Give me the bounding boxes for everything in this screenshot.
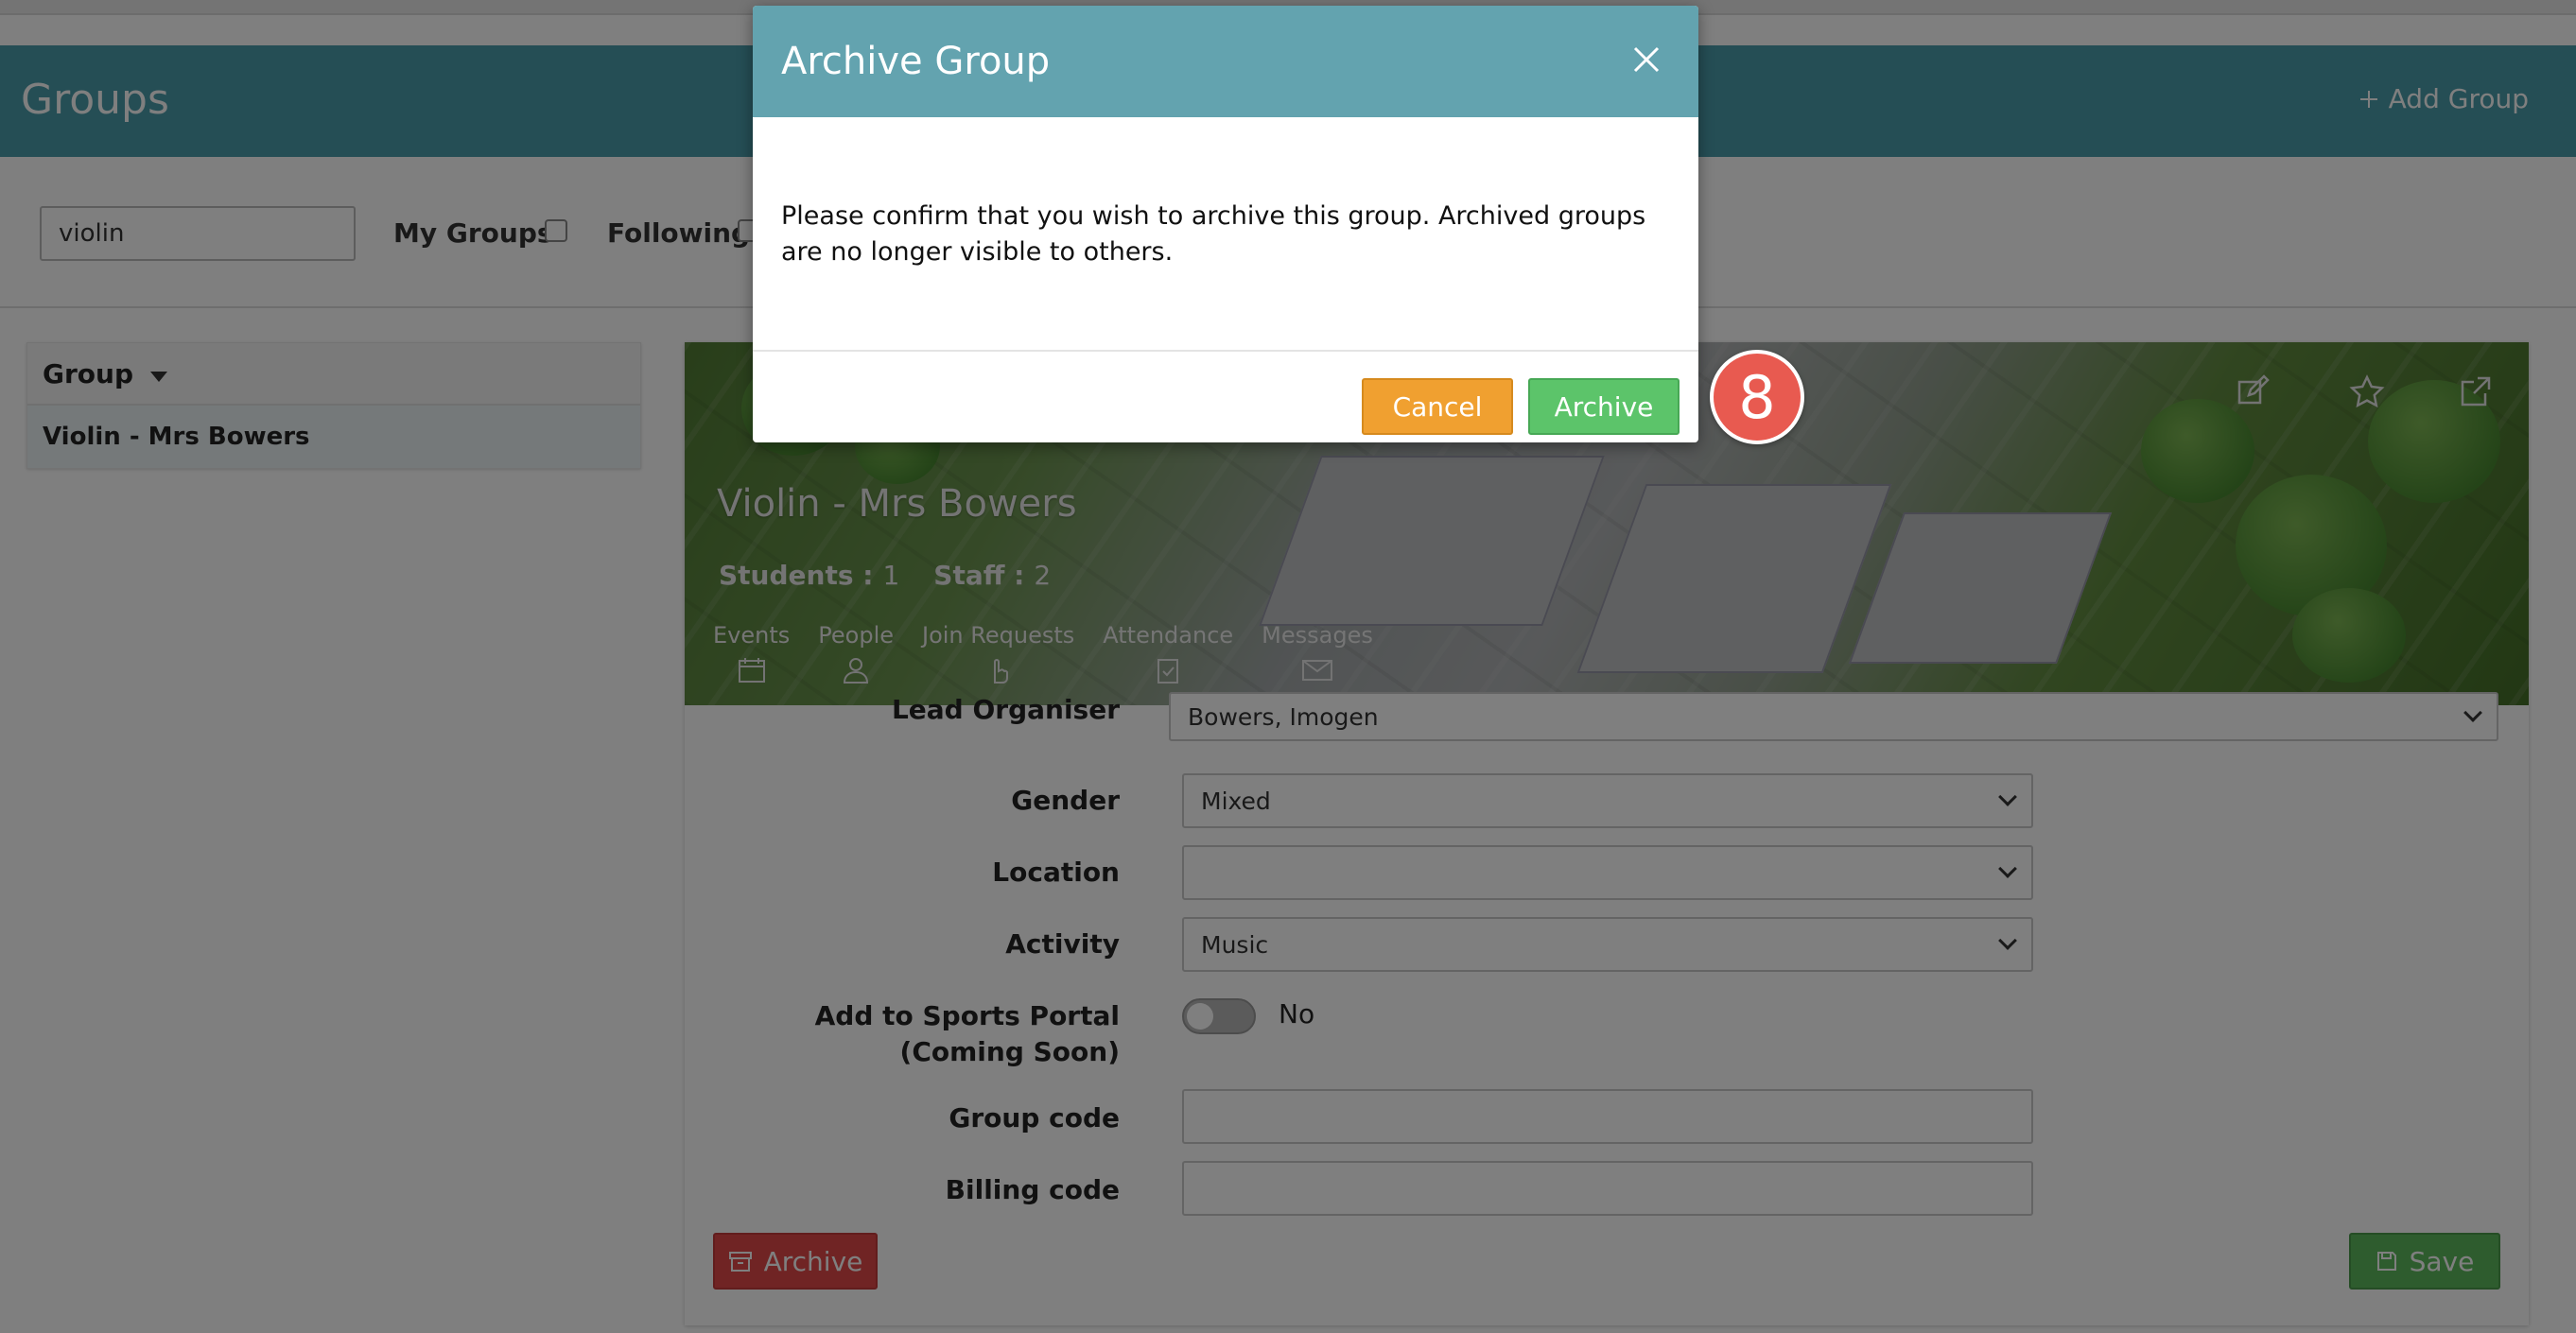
step-number-badge: 8 (1710, 350, 1804, 444)
dialog-header: Archive Group (753, 6, 1698, 117)
dialog-title: Archive Group (781, 40, 1051, 83)
dialog-message: Please confirm that you wish to archive … (781, 201, 1646, 267)
close-icon[interactable] (1632, 45, 1661, 74)
confirm-archive-button[interactable]: Archive (1528, 378, 1680, 435)
archive-group-dialog: Archive Group Please confirm that you wi… (753, 6, 1698, 442)
dialog-footer: Cancel Archive (753, 350, 1698, 442)
cancel-button[interactable]: Cancel (1362, 378, 1513, 435)
